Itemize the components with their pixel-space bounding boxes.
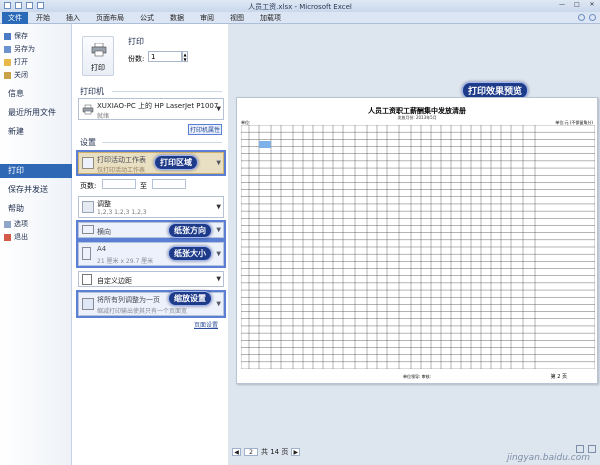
preview-table-grid bbox=[241, 125, 595, 369]
document-footer: 单位领导: 审核: bbox=[403, 374, 431, 379]
tab-view[interactable]: 视图 bbox=[222, 13, 252, 23]
nav-save[interactable]: 保存 bbox=[4, 31, 28, 41]
printer-name: XUXIAO-PC 上的 HP LaserJet P1007 bbox=[97, 102, 219, 110]
printer-icon bbox=[82, 104, 94, 115]
window-title: 人员工资.xlsx - Microsoft Excel bbox=[248, 3, 352, 11]
tab-data[interactable]: 数据 bbox=[162, 13, 192, 23]
callout-orientation: 纸张方向 bbox=[168, 223, 212, 238]
document-page-number: 第 2 页 bbox=[550, 374, 567, 380]
minimize-button[interactable]: — bbox=[556, 1, 568, 9]
nav-help[interactable]: 帮助 bbox=[8, 203, 24, 214]
chevron-down-icon: ▼ bbox=[216, 105, 221, 113]
exit-icon bbox=[4, 233, 11, 241]
options-icon bbox=[4, 220, 11, 228]
folder-icon bbox=[4, 58, 11, 66]
zoom-to-page-icon[interactable] bbox=[576, 445, 584, 453]
print-settings-panel: 打印 打印 份数: 1 ▲ ▼ 打印机 XUXIAO-PC 上的 HP Laser… bbox=[72, 24, 228, 465]
nav-exit[interactable]: 退出 bbox=[4, 232, 28, 242]
printer-properties-link[interactable]: 打印机属性 bbox=[188, 124, 223, 135]
nav-save-send[interactable]: 保存并发送 bbox=[8, 184, 48, 195]
collate-select[interactable]: 调整 1,2,3 1,2,3 1,2,3 ▼ bbox=[78, 196, 224, 218]
window-controls: — □ ✕ bbox=[556, 1, 598, 9]
chevron-down-icon: ▼ bbox=[216, 275, 221, 283]
page-navigator: ◀ 2 共 14 页 ▶ bbox=[232, 447, 301, 457]
minimize-ribbon-icon[interactable] bbox=[578, 14, 585, 21]
print-button-label: 打印 bbox=[91, 64, 105, 72]
tab-file[interactable]: 文件 bbox=[2, 11, 28, 24]
tab-addins[interactable]: 加载项 bbox=[252, 13, 289, 23]
nav-options[interactable]: 选项 bbox=[4, 219, 28, 229]
copies-label: 份数: bbox=[128, 55, 145, 63]
preview-page: 人员工资职工薪酬集中发放清册 发放月份: 2013年5月 单位: 单位:元 (不… bbox=[236, 97, 598, 384]
printer-section-title: 打印机 bbox=[80, 87, 104, 96]
collate-icon bbox=[82, 201, 94, 213]
close-button[interactable]: ✕ bbox=[586, 1, 598, 9]
printer-icon bbox=[91, 43, 107, 57]
collate-main: 调整 bbox=[97, 200, 111, 208]
backstage-nav: 保存 另存为 打开 关闭 信息 最近所用文件 新建 打印 保存并发送 帮助 选项… bbox=[0, 24, 72, 465]
margins-icon bbox=[82, 274, 92, 285]
chevron-down-icon: ▼ bbox=[216, 203, 221, 211]
ribbon-help-controls bbox=[578, 14, 596, 21]
printer-status: 就绪 bbox=[97, 113, 110, 120]
maximize-button[interactable]: □ bbox=[571, 1, 583, 9]
print-button[interactable]: 打印 bbox=[82, 36, 114, 76]
nav-open[interactable]: 打开 bbox=[4, 57, 28, 67]
collate-sub: 1,2,3 1,2,3 1,2,3 bbox=[97, 209, 147, 216]
margins-select[interactable]: 自定义边距 ▼ bbox=[78, 271, 224, 287]
active-cell bbox=[259, 141, 271, 148]
callout-print-area: 打印区域 bbox=[154, 155, 198, 170]
watermark-text: jingyan.baidu.com bbox=[506, 453, 590, 463]
copies-input[interactable]: 1 bbox=[148, 51, 182, 62]
nav-recent[interactable]: 最近所用文件 bbox=[8, 107, 56, 118]
save-icon bbox=[4, 32, 11, 40]
margins-value: 自定义边距 bbox=[97, 277, 132, 285]
pages-from-input[interactable] bbox=[102, 179, 136, 189]
printer-divider bbox=[112, 91, 222, 92]
tab-insert[interactable]: 插入 bbox=[58, 13, 88, 23]
nav-save-as[interactable]: 另存为 bbox=[4, 44, 35, 54]
tab-home[interactable]: 开始 bbox=[28, 13, 58, 23]
pages-to-input[interactable] bbox=[152, 179, 186, 189]
printer-select[interactable]: XUXIAO-PC 上的 HP LaserJet P1007 就绪 ▼ bbox=[78, 98, 224, 120]
show-margins-icon[interactable] bbox=[588, 445, 596, 453]
settings-divider bbox=[102, 142, 222, 143]
page-total-label: 共 14 页 bbox=[261, 448, 289, 456]
document-subtitle: 发放月份: 2013年5月 bbox=[397, 115, 437, 120]
next-page-button[interactable]: ▶ bbox=[291, 448, 301, 456]
ribbon-tabs: 文件 开始 插入 页面布局 公式 数据 审阅 视图 加载项 bbox=[0, 11, 600, 24]
callout-scaling: 缩放设置 bbox=[168, 291, 212, 306]
pages-to-label: 至 bbox=[140, 182, 147, 190]
page-setup-link[interactable]: 页面设置 bbox=[194, 320, 218, 329]
print-heading: 打印 bbox=[128, 37, 144, 46]
copies-stepper[interactable]: ▲ ▼ bbox=[182, 51, 188, 62]
help-icon[interactable] bbox=[589, 14, 596, 21]
nav-info[interactable]: 信息 bbox=[8, 88, 24, 99]
tab-review[interactable]: 审阅 bbox=[192, 13, 222, 23]
tab-page-layout[interactable]: 页面布局 bbox=[88, 13, 132, 23]
print-preview-pane: 打印效果预览 人员工资职工薪酬集中发放清册 发放月份: 2013年5月 单位: … bbox=[228, 24, 600, 465]
tab-formulas[interactable]: 公式 bbox=[132, 13, 162, 23]
nav-close[interactable]: 关闭 bbox=[4, 70, 28, 80]
current-page-input[interactable]: 2 bbox=[244, 448, 258, 456]
settings-section-title: 设置 bbox=[80, 138, 96, 147]
title-bar: 人员工资.xlsx - Microsoft Excel — □ ✕ bbox=[0, 0, 600, 12]
close-file-icon bbox=[4, 71, 11, 79]
pages-label: 页数: bbox=[80, 182, 97, 190]
save-as-icon bbox=[4, 45, 11, 53]
print-area-highlight bbox=[76, 150, 226, 176]
callout-paper-size: 纸张大小 bbox=[168, 246, 212, 261]
nav-print[interactable]: 打印 bbox=[0, 164, 72, 178]
prev-page-button[interactable]: ◀ bbox=[232, 448, 241, 456]
nav-new[interactable]: 新建 bbox=[8, 126, 24, 137]
